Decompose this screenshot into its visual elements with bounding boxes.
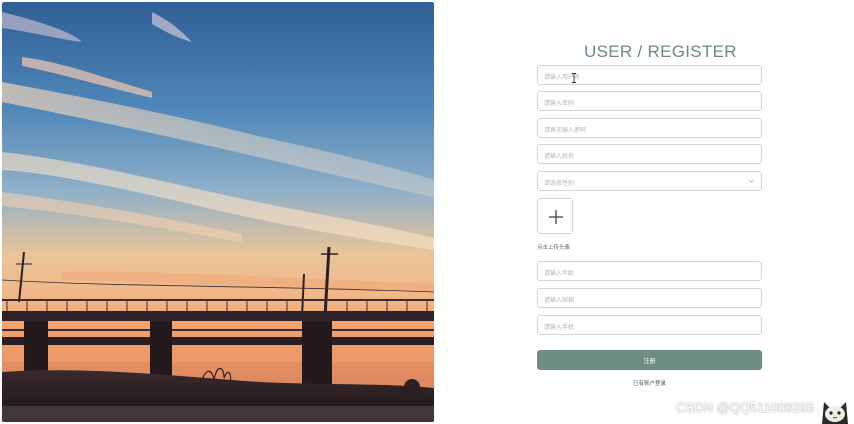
- form-title: USER / REGISTER: [584, 42, 737, 61]
- register-form-panel: USER / REGISTER 点击上传头像: [434, 2, 852, 422]
- gender-select-input[interactable]: [538, 175, 761, 193]
- mascot-icon: [822, 402, 848, 424]
- avatar-upload-button[interactable]: [537, 198, 573, 234]
- password-confirm-field[interactable]: [537, 118, 762, 140]
- login-link[interactable]: 已有账户登录: [434, 379, 852, 387]
- name-input[interactable]: [538, 148, 761, 166]
- email-field[interactable]: [537, 288, 762, 310]
- email-input[interactable]: [538, 292, 761, 310]
- csdn-watermark: CSDN @QQ511008285: [676, 400, 814, 415]
- register-page: USER / REGISTER 点击上传头像: [0, 0, 854, 424]
- sunset-bridge-illustration: [2, 2, 434, 422]
- text-cursor-icon: [572, 73, 576, 83]
- chevron-down-icon: [748, 179, 754, 183]
- upload-tip: 点击上传头像: [537, 245, 571, 251]
- age-input[interactable]: [538, 265, 761, 283]
- name-field[interactable]: [537, 144, 762, 166]
- gender-select[interactable]: [537, 171, 762, 193]
- password-field[interactable]: [537, 91, 762, 113]
- phone-input[interactable]: [538, 319, 761, 337]
- phone-field[interactable]: [537, 315, 762, 337]
- password-confirm-input[interactable]: [538, 122, 761, 140]
- plus-icon: [549, 210, 563, 224]
- register-button[interactable]: 注册: [537, 350, 762, 370]
- password-input[interactable]: [538, 95, 761, 113]
- age-field[interactable]: [537, 261, 762, 283]
